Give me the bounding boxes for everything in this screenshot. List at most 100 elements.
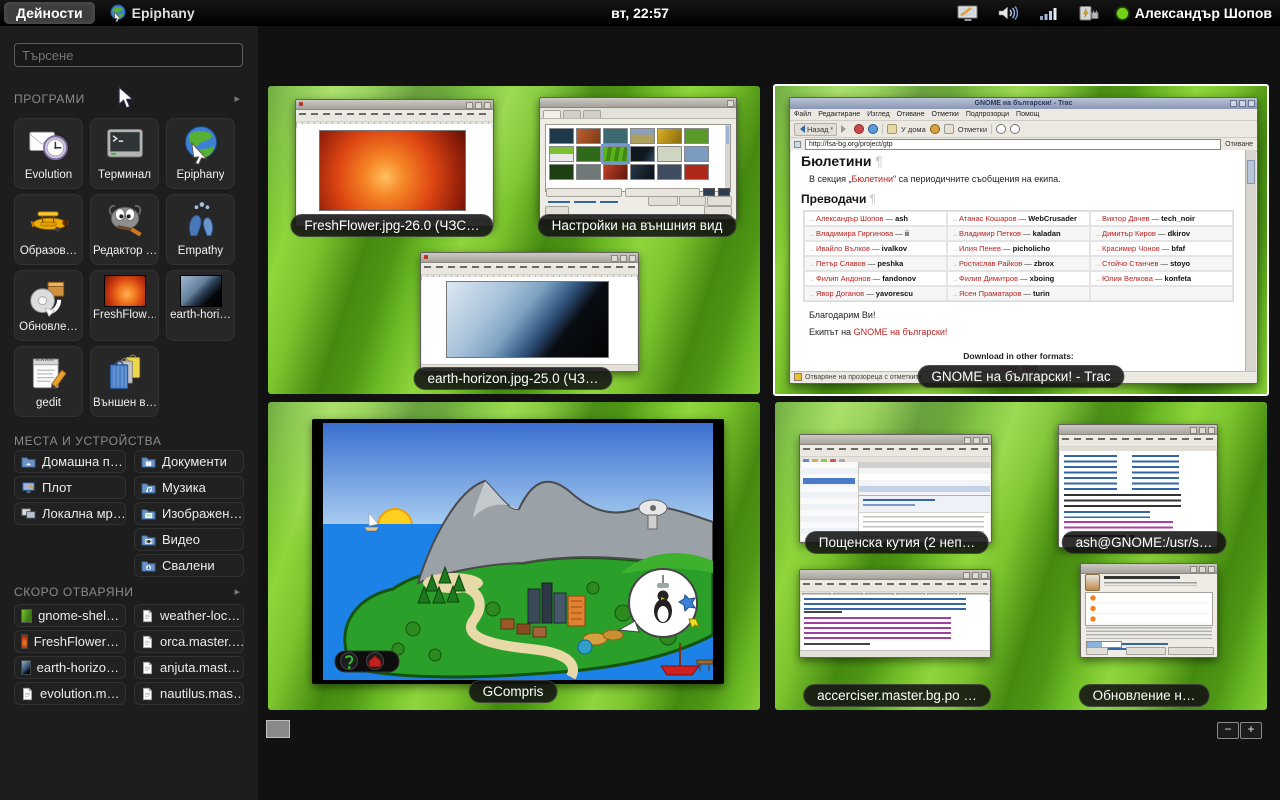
window-gcompris[interactable]	[312, 419, 724, 684]
music-folder-icon	[141, 481, 156, 494]
translator-cell: Ростислав Райковzbrox	[947, 256, 1090, 271]
app-grid: Evolution Терминал Ep	[14, 118, 235, 417]
search-input[interactable]	[14, 43, 243, 67]
window-buttons	[1190, 427, 1215, 434]
place-videos[interactable]: Видео	[134, 528, 244, 551]
window-titlebar	[296, 100, 493, 110]
recent-label: orca.master.…	[160, 634, 244, 649]
app-gimp[interactable]: Редактор …	[90, 194, 159, 265]
recent-item[interactable]: orca.master.…	[134, 630, 244, 653]
appearance-bags-icon	[103, 351, 147, 395]
recent-item[interactable]: gnome-shel…	[14, 604, 126, 627]
app-freshflower-image[interactable]: FreshFlow…	[90, 270, 159, 341]
place-label: Плот	[42, 480, 72, 495]
recent-item[interactable]: evolution.m…	[14, 682, 126, 705]
programs-expand-icon[interactable]: ▸	[234, 92, 240, 105]
translator-cell	[1090, 286, 1233, 301]
app-gedit[interactable]: gedit	[14, 346, 83, 417]
activities-button[interactable]: Дейности	[4, 2, 95, 24]
recent-expand-icon[interactable]: ▸	[234, 585, 240, 598]
app-menu-button[interactable]: Epiphany	[109, 4, 195, 22]
translator-nick: yavorescu	[864, 289, 913, 298]
translator-name-link: Владимир Петков	[952, 229, 1021, 238]
status-area: Александър Шопов	[957, 5, 1272, 22]
window-update-manager[interactable]	[1080, 563, 1218, 658]
app-epiphany[interactable]: Epiphany	[166, 118, 235, 189]
translator-nick: konfeta	[1153, 274, 1191, 283]
window-gedit-accerciser-po[interactable]	[799, 569, 991, 658]
recent-item[interactable]: earth-horizo…	[14, 656, 126, 679]
user-menu[interactable]: Александър Шопов	[1117, 5, 1272, 21]
remove-workspace-button[interactable]: −	[1217, 722, 1239, 739]
place-music[interactable]: Музика	[134, 476, 244, 499]
programs-section-header: ПРОГРАМИ	[14, 92, 85, 106]
folder-pane	[801, 462, 859, 541]
translator-name-link: Юлия Велкова	[1095, 274, 1153, 283]
workspace-3[interactable]: GCompris	[268, 402, 760, 710]
window-gimp-earth-horizon[interactable]	[420, 252, 639, 372]
window-epiphany-trac[interactable]: GNOME на български! - Trac ФайлРедактира…	[789, 97, 1258, 384]
mail-pane	[859, 462, 990, 541]
window-gimp-freshflower[interactable]	[295, 99, 494, 227]
window-evolution-inbox[interactable]	[799, 434, 992, 543]
translator-nick: xboing	[1018, 274, 1054, 283]
window-appearance-settings[interactable]	[539, 97, 737, 220]
app-updates[interactable]: Обновле…	[14, 270, 83, 341]
place-home[interactable]: Домашна п…	[14, 450, 126, 473]
editor-content	[801, 595, 989, 651]
recent-item[interactable]: FreshFlower…	[14, 630, 126, 653]
update-header	[1085, 574, 1213, 590]
clock[interactable]: вт, 22:57	[611, 5, 669, 21]
empathy-icon	[179, 199, 223, 243]
stop-icon	[854, 124, 864, 134]
app-empathy[interactable]: Empathy	[166, 194, 235, 265]
app-earth-image[interactable]: earth-hori…	[166, 270, 235, 341]
zoom-out-icon	[1010, 124, 1020, 134]
network-signal-icon[interactable]	[1039, 6, 1059, 21]
wallpaper-grid	[549, 128, 727, 180]
recent-item[interactable]: nautilus.mas…	[134, 682, 244, 705]
volume-icon[interactable]	[997, 5, 1021, 21]
workspace-4[interactable]: Пощенска кутия (2 неп… ash@GNOME:/usr/s……	[775, 402, 1267, 710]
translator-cell: Ясен Праматаровturin	[947, 286, 1090, 301]
team-text: Екипът на GNOME на български!	[809, 327, 1236, 337]
place-pictures[interactable]: Изображен…	[134, 502, 244, 525]
recent-item[interactable]: anjuta.mast…	[134, 656, 244, 679]
app-terminal[interactable]: Терминал	[90, 118, 159, 189]
go-button: Отиване	[1225, 141, 1253, 148]
canvas	[297, 124, 492, 219]
place-label: Изображен…	[162, 506, 242, 521]
scrollbar-thumb	[1247, 160, 1255, 184]
place-desktop[interactable]: Плот	[14, 476, 126, 499]
app-evolution[interactable]: Evolution	[14, 118, 83, 189]
translator-cell: Красимир Чоновbfaf	[1090, 241, 1233, 256]
battery-icon[interactable]	[1077, 5, 1099, 22]
workspace-2-active[interactable]: GNOME на български! - Trac ФайлРедактира…	[773, 84, 1269, 396]
add-workspace-button[interactable]: +	[1240, 722, 1262, 739]
app-gcompris[interactable]: Образов…	[14, 194, 83, 265]
workspace-1[interactable]: FreshFlower.jpg-26.0 (ЧЗС… Настройки на …	[268, 86, 760, 394]
help-button	[1086, 647, 1108, 655]
app-menu-label: Epiphany	[132, 5, 195, 21]
update-title-line	[1104, 576, 1180, 579]
gimp-wilber-icon	[299, 102, 303, 106]
place-downloads[interactable]: Свалени	[134, 554, 244, 577]
window-menubar	[421, 266, 638, 275]
place-documents[interactable]: Документи	[134, 450, 244, 473]
window-terminal[interactable]	[1058, 424, 1218, 548]
window-label: GNOME на български! - Trac	[917, 365, 1124, 388]
earth-image	[446, 281, 609, 358]
recent-item[interactable]: weather-loc…	[134, 604, 244, 627]
translator-nick: ii	[893, 229, 909, 238]
workspace-indicator[interactable]	[266, 720, 290, 738]
app-appearance[interactable]: Външен в…	[90, 346, 159, 417]
color-swatch	[718, 188, 730, 196]
document-icon	[21, 687, 34, 701]
app-label: earth-hori…	[170, 309, 231, 321]
window-label: Настройки на външния вид	[538, 214, 737, 237]
place-local-network[interactable]: Локална мр…	[14, 502, 126, 525]
intro-paragraph: В секция „Бюлетини“ са периодичните съоб…	[809, 174, 1236, 184]
status-icon	[794, 373, 802, 381]
display-icon[interactable]	[957, 5, 979, 22]
translator-nick: WebCrusader	[1017, 214, 1077, 223]
